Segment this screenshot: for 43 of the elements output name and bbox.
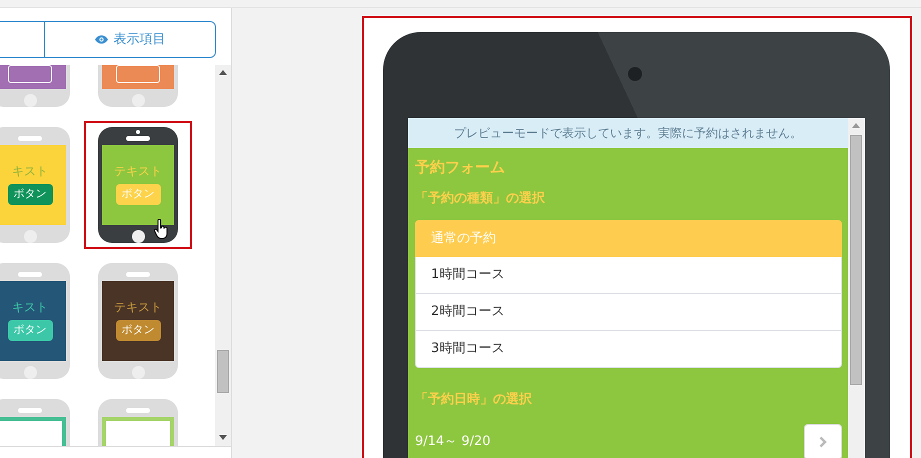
- theme-sample-button: ボタン: [8, 320, 52, 341]
- theme-sample-text: テキスト: [114, 301, 162, 314]
- reservation-type-option[interactable]: 2時間コース: [415, 294, 842, 331]
- speaker-slot: [126, 136, 150, 141]
- theme-sample-button: ボタン: [8, 184, 52, 205]
- next-week-button[interactable]: [804, 424, 842, 458]
- eye-icon: [94, 35, 108, 44]
- view-items-button[interactable]: 表示項目: [45, 21, 216, 58]
- theme-sample-text: キスト: [12, 301, 48, 314]
- scrollbar[interactable]: [848, 118, 865, 458]
- hand-cursor-icon: [154, 219, 168, 239]
- reservation-type-option[interactable]: 3時間コース: [415, 331, 842, 368]
- scroll-down-icon[interactable]: [219, 435, 227, 440]
- sample-button-outline: [8, 65, 52, 83]
- scroll-up-icon[interactable]: [219, 70, 227, 75]
- sample-button-outline: [116, 65, 160, 83]
- camera-dot: [136, 130, 140, 134]
- scrollbar[interactable]: [215, 65, 231, 446]
- scroll-thumb[interactable]: [217, 350, 229, 393]
- week-range: 9/14～ 9/20: [415, 432, 491, 451]
- theme-sample-text: キスト: [12, 165, 48, 178]
- home-button: [24, 94, 36, 107]
- section-heading: 「予約日時」の選択: [415, 391, 533, 409]
- theme-sample-text: テキスト: [114, 165, 162, 178]
- speaker-slot: [18, 408, 42, 413]
- home-button: [132, 366, 144, 379]
- home-button: [24, 366, 36, 379]
- speaker-slot: [18, 272, 42, 277]
- reservation-type-option[interactable]: 1時間コース: [415, 257, 842, 294]
- theme-sample-button: ボタン: [116, 320, 160, 341]
- speaker-slot: [126, 408, 150, 413]
- theme-sample-button: ボタン: [116, 184, 160, 205]
- form-title: 予約フォーム: [415, 157, 506, 178]
- home-button: [24, 230, 36, 243]
- chevron-right-icon: [819, 436, 827, 448]
- preview-notice: プレビューモードで表示しています。実際に予約はされません。: [408, 118, 848, 148]
- speaker-slot: [18, 136, 42, 141]
- home-button: [132, 230, 144, 243]
- scroll-thumb[interactable]: [850, 135, 862, 385]
- home-button: [132, 94, 144, 107]
- camera-dot: [628, 67, 642, 81]
- section-heading: 「予約の種類」の選択: [415, 190, 546, 208]
- speaker-slot: [126, 272, 150, 277]
